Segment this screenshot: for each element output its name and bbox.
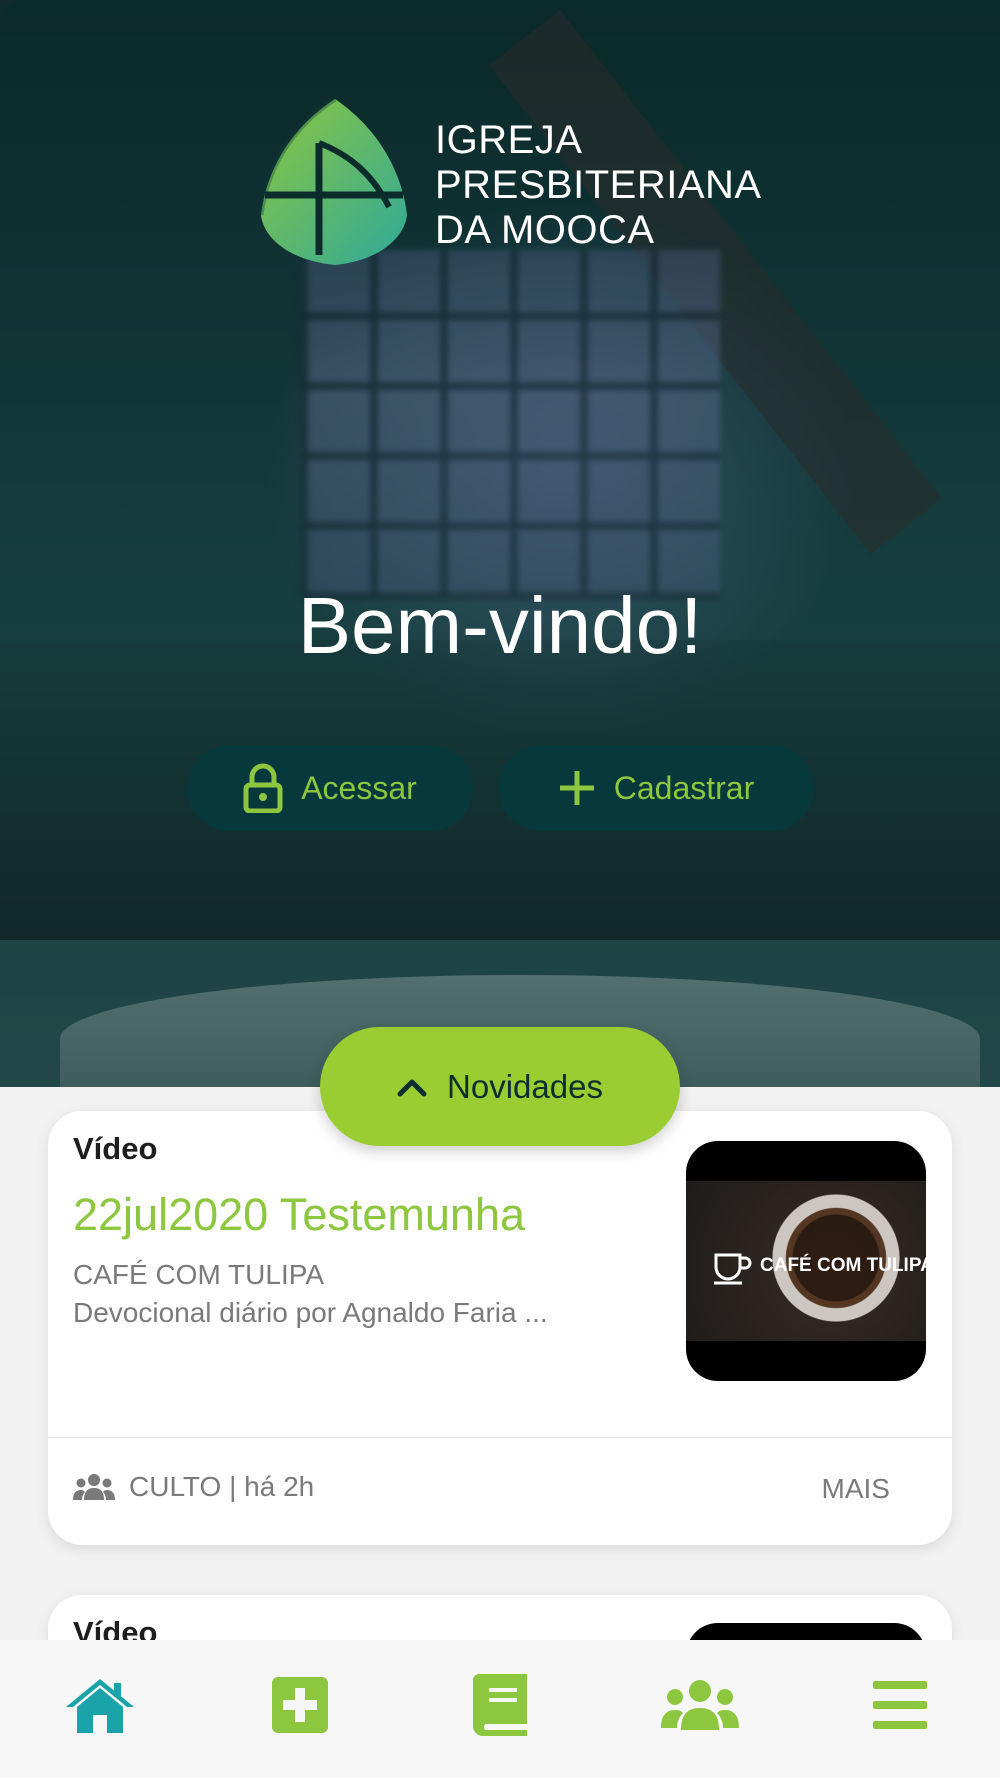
card-description: Devocional diário por Agnaldo Faria ... [73, 1297, 548, 1328]
acessar-label: Acessar [301, 769, 417, 806]
thumbnail-text: CAFÉ COM TULIPA [760, 1255, 926, 1276]
thumbnail-brand: CAFÉ COM TULIPA [712, 1247, 926, 1285]
church-name-line: IGREJA [435, 118, 583, 162]
tab-home[interactable] [45, 1655, 155, 1755]
cadastrar-button[interactable]: Cadastrar [498, 745, 814, 831]
users-icon [73, 1474, 115, 1500]
welcome-heading: Bem-vindo! [297, 581, 703, 670]
news-feed[interactable]: Vídeo 22jul2020 Testemunha CAFÉ COM TULI… [0, 1087, 1000, 1687]
users-icon [661, 1680, 739, 1730]
card-type: Vídeo [73, 1131, 158, 1166]
hamburger-icon [873, 1681, 927, 1729]
card-meta: CULTO | há 2h [73, 1471, 314, 1503]
video-thumbnail[interactable]: CAFÉ COM TULIPA [686, 1141, 926, 1381]
lock-icon [243, 763, 283, 813]
card-meta-text: CULTO | há 2h [129, 1471, 315, 1502]
novidades-button[interactable]: Novidades [320, 1027, 680, 1146]
cadastrar-label: Cadastrar [613, 769, 755, 806]
plus-icon [559, 771, 594, 805]
church-name: IGREJA PRESBITERIANA DA MOOCA [435, 118, 762, 253]
card-subtitle: CAFÉ COM TULIPA [73, 1259, 325, 1290]
home-icon [66, 1679, 134, 1733]
novidades-label: Novidades [447, 1067, 603, 1105]
chevron-up-icon [397, 1079, 427, 1096]
bottom-tab-bar [0, 1640, 1000, 1778]
hero-banner: IGREJA PRESBITERIANA DA MOOCA Bem-vindo!… [0, 0, 1000, 1087]
book-icon [473, 1674, 527, 1736]
tab-groups[interactable] [645, 1655, 755, 1755]
acessar-button[interactable]: Acessar [187, 745, 473, 831]
tab-bible[interactable] [445, 1655, 555, 1755]
church-name-line: DA MOOCA [435, 208, 655, 252]
church-name-line: PRESBITERIANA [435, 163, 762, 207]
card-title: 22jul2020 Testemunha [73, 1189, 526, 1240]
tab-menu[interactable] [845, 1655, 955, 1755]
card-divider [48, 1437, 952, 1438]
feed-card[interactable]: Vídeo 22jul2020 Testemunha CAFÉ COM TULI… [48, 1111, 952, 1545]
tab-add[interactable] [245, 1655, 355, 1755]
plus-square-icon [272, 1677, 328, 1733]
coffee-cup-icon [714, 1253, 752, 1285]
more-button[interactable]: MAIS [822, 1473, 890, 1505]
